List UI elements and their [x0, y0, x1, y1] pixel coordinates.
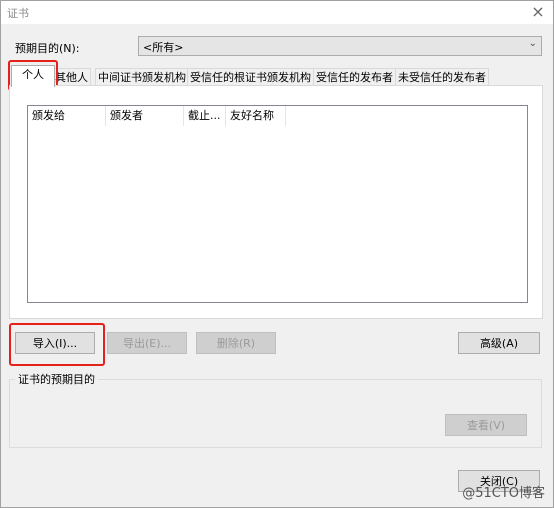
purpose-label: 预期目的(N):: [15, 42, 80, 55]
tab-personal[interactable]: 个人: [11, 65, 55, 87]
chevron-down-icon: ⌄: [528, 38, 537, 49]
column-header-friendly-name[interactable]: 友好名称: [226, 106, 286, 126]
column-header-issued-to[interactable]: 颁发给: [28, 106, 106, 126]
certificate-list[interactable]: 颁发给 颁发者 截止... 友好名称: [27, 105, 528, 303]
export-button[interactable]: 导出(E)...: [107, 332, 187, 354]
certificate-dialog: 证书 × 预期目的(N): <所有> ⌄ 个人 其他人 中间证书颁发机构 受信任…: [0, 0, 554, 508]
delete-button[interactable]: 删除(R): [196, 332, 276, 354]
column-header-expiration[interactable]: 截止...: [184, 106, 226, 126]
watermark: @51CTO博客: [462, 486, 545, 501]
import-highlight-box: [9, 323, 105, 366]
advanced-button[interactable]: 高级(A): [458, 332, 540, 354]
tab-panel: 颁发给 颁发者 截止... 友好名称: [9, 85, 543, 319]
purpose-value: <所有>: [143, 41, 184, 54]
close-icon[interactable]: ×: [529, 3, 547, 21]
view-button[interactable]: 查看(V): [445, 414, 527, 436]
column-header-issued-by[interactable]: 颁发者: [106, 106, 184, 126]
purposes-group-label: 证书的预期目的: [15, 371, 98, 387]
window-title: 证书: [7, 7, 29, 20]
title-bar: 证书 ×: [1, 1, 553, 24]
tab-strip: 个人 其他人 中间证书颁发机构 受信任的根证书颁发机构 受信任的发布者 未受信任…: [9, 65, 543, 87]
purpose-dropdown[interactable]: <所有> ⌄: [138, 36, 542, 56]
